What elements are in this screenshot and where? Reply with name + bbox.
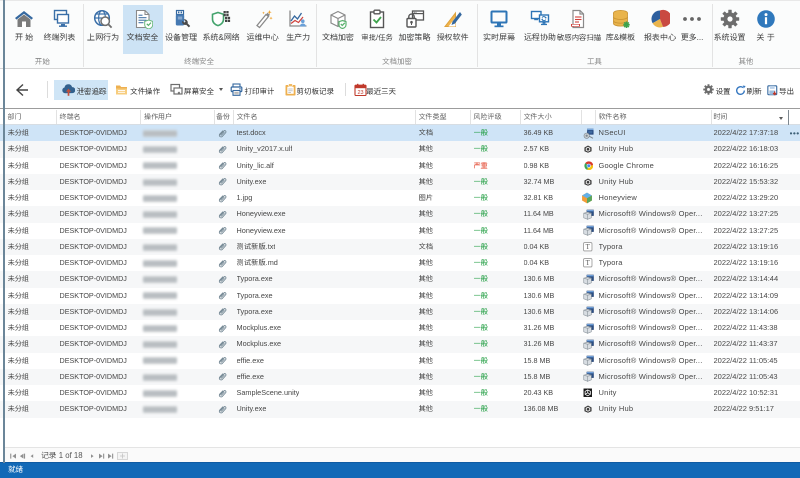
svg-text:23: 23 [357,90,363,96]
